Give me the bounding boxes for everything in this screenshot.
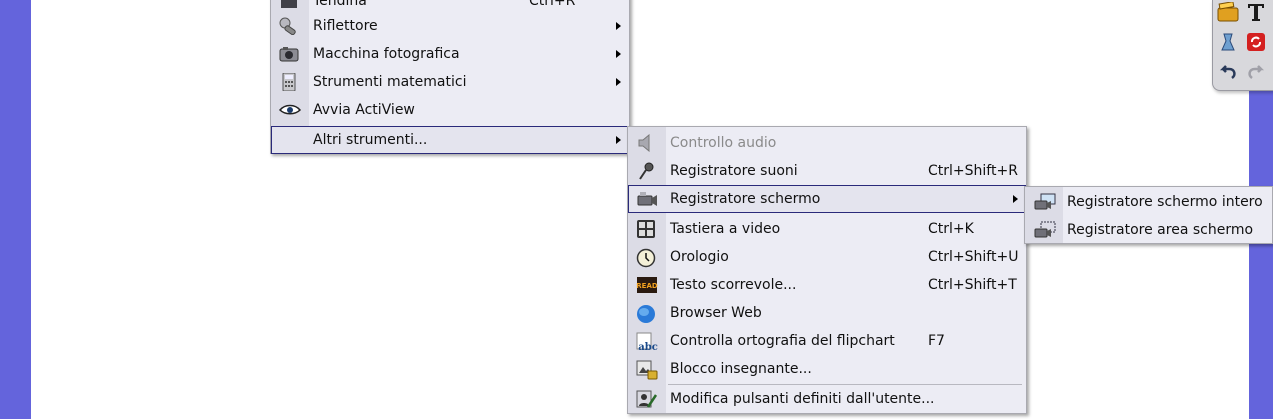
redo-icon[interactable] bbox=[1245, 60, 1267, 82]
clapperboard-icon[interactable] bbox=[1217, 1, 1239, 23]
menu-item-orologio[interactable]: Orologio Ctrl+Shift+U bbox=[628, 243, 1026, 271]
keyboard-icon bbox=[636, 220, 656, 238]
menu-item-browser-web[interactable]: Browser Web bbox=[628, 299, 1026, 327]
microphone-icon bbox=[636, 162, 656, 180]
text-tool-icon[interactable] bbox=[1245, 1, 1267, 23]
other-tools-submenu: Controllo audio Registratore suoni Ctrl+… bbox=[627, 126, 1027, 414]
edit-user-buttons-icon bbox=[636, 390, 658, 408]
submenu-arrow-icon bbox=[1013, 195, 1018, 203]
screen-recorder-submenu: Registratore schermo intero Registratore… bbox=[1024, 186, 1273, 244]
menu-item-tastiera-a-video[interactable]: Tastiera a video Ctrl+K bbox=[628, 215, 1026, 243]
undo-icon[interactable] bbox=[1217, 60, 1239, 82]
menu-item-controllo-audio: Controllo audio bbox=[628, 129, 1026, 157]
menu-item-avvia-actiview[interactable]: Avvia ActiView bbox=[271, 96, 629, 124]
full-screen-recorder-icon bbox=[1033, 193, 1056, 211]
clock-icon bbox=[636, 248, 656, 268]
tools-menu: Tendina Ctrl+R Riflettore Macchina fotog… bbox=[270, 0, 630, 154]
spotlight-icon bbox=[279, 17, 299, 36]
ticker-icon: READ bbox=[636, 276, 658, 294]
calculator-icon bbox=[279, 72, 299, 92]
svg-text:READ: READ bbox=[636, 282, 658, 290]
submenu-arrow-icon bbox=[616, 22, 621, 30]
video-camera-icon bbox=[636, 190, 657, 208]
menu-item-strumenti-matematici[interactable]: Strumenti matematici bbox=[271, 68, 629, 96]
eye-icon bbox=[278, 101, 302, 119]
teacher-lock-icon bbox=[636, 360, 658, 380]
menu-item-testo-scorrevole[interactable]: READ Testo scorrevole... Ctrl+Shift+T bbox=[628, 271, 1026, 299]
menu-item-registratore-suoni[interactable]: Registratore suoni Ctrl+Shift+R bbox=[628, 157, 1026, 185]
spellcheck-icon: abc bbox=[636, 332, 658, 353]
submenu-arrow-icon bbox=[616, 50, 621, 58]
submenu-arrow-icon bbox=[616, 136, 621, 144]
submenu-arrow-icon bbox=[616, 78, 621, 86]
menu-item-registratore-area-schermo[interactable]: Registratore area schermo bbox=[1025, 216, 1272, 244]
menu-item-riflettore[interactable]: Riflettore bbox=[271, 12, 629, 40]
area-screen-recorder-icon bbox=[1033, 221, 1056, 239]
menu-item-registratore-schermo[interactable]: Registratore schermo bbox=[628, 185, 1026, 213]
menu-item-controlla-ortografia[interactable]: abc Controlla ortografia del flipchart F… bbox=[628, 327, 1026, 355]
reveal-icon[interactable] bbox=[1217, 31, 1239, 53]
menu-item-macchina-fotografica[interactable]: Macchina fotografica bbox=[271, 40, 629, 68]
menu-item-blocco-insegnante[interactable]: Blocco insegnante... bbox=[628, 355, 1026, 383]
globe-icon bbox=[636, 304, 656, 323]
camera-icon bbox=[279, 45, 299, 63]
floating-toolbox bbox=[1212, 0, 1273, 91]
speaker-icon bbox=[636, 133, 656, 153]
curtain-icon bbox=[279, 0, 299, 10]
refresh-icon[interactable] bbox=[1245, 31, 1267, 53]
menu-item-modifica-pulsanti[interactable]: Modifica pulsanti definiti dall'utente..… bbox=[628, 385, 1026, 413]
menu-item-altri-strumenti[interactable]: Altri strumenti... bbox=[271, 126, 629, 154]
menu-item-registratore-schermo-intero[interactable]: Registratore schermo intero bbox=[1025, 188, 1272, 216]
svg-text:abc: abc bbox=[638, 342, 658, 352]
